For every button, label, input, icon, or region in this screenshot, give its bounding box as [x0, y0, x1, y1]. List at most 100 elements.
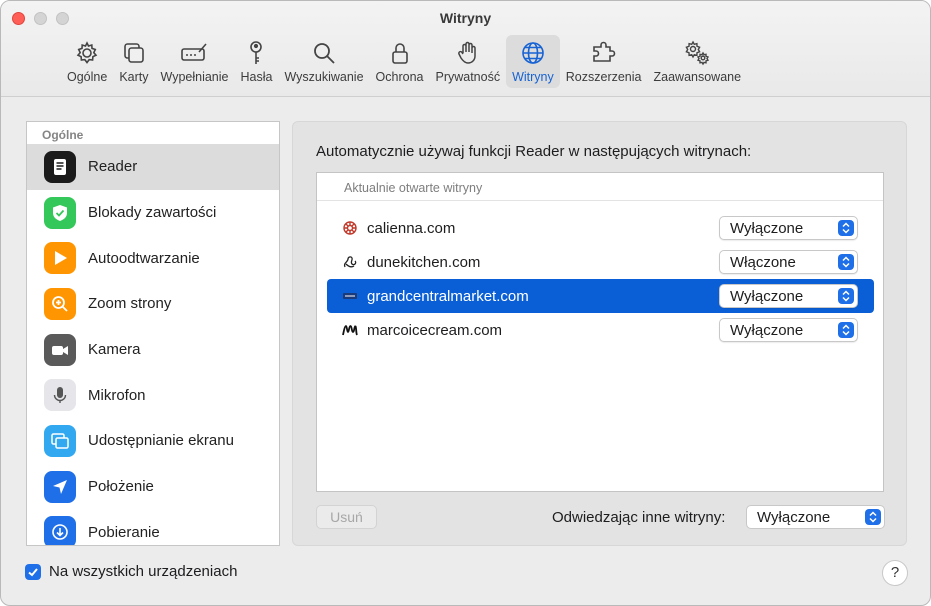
panel-description: Automatycznie używaj funkcji Reader w na…: [316, 143, 752, 160]
websites-list: Aktualnie otwarte witryny calienna.com W…: [316, 172, 884, 492]
reader-setting-popup[interactable]: Wyłączone: [719, 318, 858, 342]
tab-ochrona[interactable]: Ochrona: [370, 35, 430, 88]
reader-icon: [44, 150, 76, 183]
microphone-icon: [44, 379, 76, 412]
all-devices-option: Na wszystkich urządzeniach: [25, 563, 237, 580]
tab-label: Witryny: [512, 70, 554, 84]
tabs-icon: [124, 43, 144, 63]
chevron-updown-icon: [838, 254, 854, 270]
checkmark-icon: [28, 567, 38, 576]
tab-ogolne[interactable]: Ogólne: [61, 35, 113, 88]
popup-value: Wyłączone: [757, 509, 831, 526]
popup-value: Wyłączone: [730, 220, 804, 237]
download-icon: [44, 516, 76, 545]
other-websites-label: Odwiedzając inne witryny:: [552, 509, 726, 526]
reader-setting-popup[interactable]: Wyłączone: [719, 284, 858, 308]
tab-label: Ochrona: [375, 70, 424, 84]
hand-icon: [457, 41, 476, 64]
gear-icon: [76, 41, 98, 64]
zoom-icon: [44, 287, 76, 320]
sidebar-item-microphone[interactable]: Mikrofon: [27, 372, 279, 418]
tab-label: Wypełnianie: [160, 70, 229, 84]
globe-icon: [522, 42, 544, 64]
sidebar-item-label: Reader: [88, 158, 138, 176]
tab-label: Wyszukiwanie: [284, 70, 364, 84]
popup-value: Wyłączone: [730, 322, 804, 339]
play-icon: [44, 242, 76, 275]
website-name: calienna.com: [367, 219, 456, 237]
chevron-updown-icon: [838, 220, 854, 236]
reader-settings-panel: Automatycznie używaj funkcji Reader w na…: [292, 121, 907, 546]
other-websites-popup[interactable]: Wyłączone: [746, 505, 885, 529]
dunekitchen-favicon: [342, 254, 358, 270]
tab-witryny[interactable]: Witryny: [506, 35, 560, 88]
website-name: marcoicecream.com: [367, 321, 503, 339]
gears-icon: [685, 40, 710, 66]
chevron-updown-icon: [865, 509, 881, 525]
tab-label: Zaawansowane: [653, 70, 742, 84]
sidebar-item-label: Blokady zawartości: [88, 204, 217, 222]
screen-share-icon: [44, 424, 76, 457]
shield-check-icon: [44, 196, 76, 229]
popup-value: Włączone: [730, 254, 796, 271]
sidebar-item-label: Pobieranie: [88, 523, 160, 541]
preferences-toolbar: Ogólne Karty Wypełnianie Hasła Wyszukiwa…: [61, 35, 747, 89]
checkbox-label: Na wszystkich urządzeniach: [49, 563, 238, 580]
sidebar-item-label: Mikrofon: [88, 386, 146, 404]
window-title: Witryny: [439, 10, 492, 26]
tab-prywatnosc[interactable]: Prywatność: [429, 35, 506, 88]
search-icon: [314, 43, 335, 64]
chevron-updown-icon: [838, 288, 854, 304]
sidebar-item-label: Udostępnianie ekranu: [88, 432, 234, 450]
sidebar-item-label: Autoodtwarzanie: [88, 249, 200, 267]
sidebar-item-label: Położenie: [88, 478, 154, 496]
sidebar-item-reader[interactable]: Reader: [27, 144, 279, 190]
tab-karty[interactable]: Karty: [113, 35, 154, 88]
tab-label: Karty: [119, 70, 149, 84]
tab-rozszerzenia[interactable]: Rozszerzenia: [560, 35, 648, 88]
chevron-updown-icon: [838, 322, 854, 338]
camera-icon: [44, 333, 76, 366]
website-name: grandcentralmarket.com: [367, 287, 529, 305]
autofill-icon: [181, 43, 208, 61]
sidebar-item-autoplay[interactable]: Autoodtwarzanie: [27, 235, 279, 281]
sidebar-item-location[interactable]: Położenie: [27, 464, 279, 510]
reader-setting-popup[interactable]: Włączone: [719, 250, 858, 274]
lock-icon: [391, 43, 408, 64]
reader-setting-popup[interactable]: Wyłączone: [719, 216, 858, 240]
sidebar-item-page-zoom[interactable]: Zoom strony: [27, 281, 279, 327]
grandcentralmarket-favicon: [342, 288, 358, 304]
location-icon: [44, 470, 76, 503]
sidebar-item-screen-sharing[interactable]: Udostępnianie ekranu: [27, 418, 279, 464]
tab-label: Rozszerzenia: [565, 70, 642, 84]
calienna-favicon: [342, 220, 358, 236]
sidebar-item-camera[interactable]: Kamera: [27, 327, 279, 373]
puzzle-icon: [592, 41, 615, 62]
tab-hasla[interactable]: Hasła: [234, 35, 278, 88]
remove-button[interactable]: Usuń: [316, 505, 377, 529]
website-name: dunekitchen.com: [367, 253, 481, 271]
help-button[interactable]: ?: [882, 560, 908, 586]
key-icon: [250, 41, 263, 64]
website-row-calienna[interactable]: calienna.com Wyłączone: [327, 211, 874, 245]
titlebar: Witryny Ogólne Karty Wypełnianie Hasła W…: [1, 1, 930, 97]
sidebar-item-content-blockers[interactable]: Blokady zawartości: [27, 190, 279, 236]
sidebar-item-label: Kamera: [88, 341, 141, 359]
all-devices-checkbox[interactable]: [25, 563, 41, 580]
settings-sidebar: Ogólne Reader Blokady zawartości Autoodt…: [26, 121, 280, 546]
tab-wypelnianie[interactable]: Wypełnianie: [155, 35, 235, 88]
website-row-dunekitchen[interactable]: dunekitchen.com Włączone: [327, 245, 874, 279]
list-header: Aktualnie otwarte witryny: [317, 173, 883, 201]
marcoicecream-favicon: [342, 322, 358, 338]
sidebar-item-downloads[interactable]: Pobieranie: [27, 510, 279, 545]
preferences-window: Witryny Ogólne Karty Wypełnianie Hasła W…: [0, 0, 931, 606]
tab-wyszukiwanie[interactable]: Wyszukiwanie: [278, 35, 369, 88]
tab-zaawansowane[interactable]: Zaawansowane: [648, 35, 748, 88]
website-row-marcoicecream[interactable]: marcoicecream.com Wyłączone: [327, 313, 874, 347]
tab-label: Ogólne: [67, 70, 108, 84]
sidebar-section-header: Ogólne: [42, 128, 84, 142]
popup-value: Wyłączone: [730, 288, 804, 305]
tab-label: Prywatność: [435, 70, 501, 84]
sidebar-item-label: Zoom strony: [88, 295, 172, 313]
website-row-grandcentralmarket[interactable]: grandcentralmarket.com Wyłączone: [327, 279, 874, 313]
